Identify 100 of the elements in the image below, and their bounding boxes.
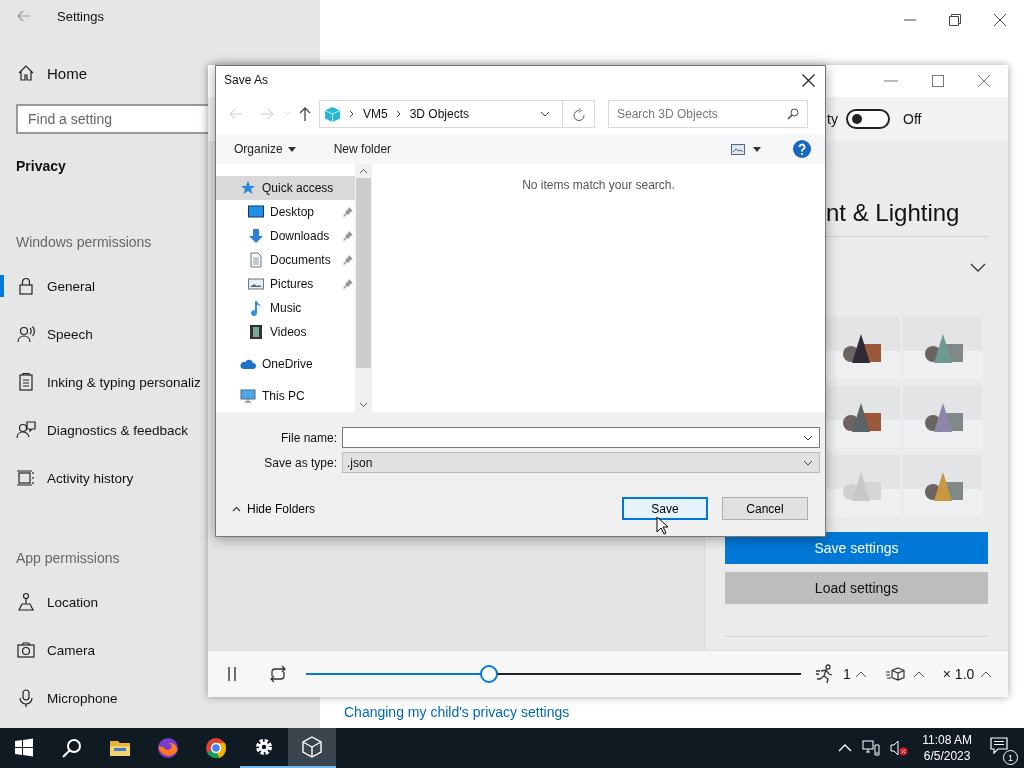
panel-button[interactable]: Load settings: [725, 572, 988, 604]
chevron-icon: [395, 110, 402, 118]
scroll-up-icon[interactable]: [359, 168, 368, 174]
dialog-button[interactable]: Save: [622, 497, 708, 520]
view-icon[interactable]: [731, 143, 745, 155]
restore-icon[interactable]: [949, 14, 961, 26]
clipboard-icon: [16, 372, 36, 392]
path-segment[interactable]: VM5: [363, 107, 388, 121]
search-icon: [787, 108, 799, 120]
empty-message: No items match your search.: [522, 178, 675, 194]
nav-item[interactable]: OneDrive: [216, 352, 355, 376]
scale-value: × 1.0: [942, 666, 975, 682]
nav-item[interactable]: Videos: [216, 320, 355, 344]
nav-item[interactable]: Speech: [0, 310, 207, 358]
file-name-field[interactable]: [342, 427, 820, 448]
nav-item[interactable]: Desktop: [216, 200, 355, 224]
nav-item[interactable]: Music: [216, 296, 355, 320]
taskbar-button[interactable]: [288, 728, 336, 768]
caret-icon[interactable]: [912, 670, 925, 678]
nav-item[interactable]: Quick access: [216, 176, 355, 200]
section-title: Privacy: [16, 158, 66, 176]
nav-item[interactable]: This PC: [216, 384, 355, 408]
document-icon: [248, 252, 264, 268]
panel-button[interactable]: Save settings: [725, 532, 988, 564]
network-icon[interactable]: [862, 740, 881, 756]
home-icon: [17, 64, 35, 82]
group-heading: App permissions: [16, 550, 120, 568]
path-segment[interactable]: 3D Objects: [409, 107, 470, 121]
animation-number: 1: [843, 666, 851, 682]
address-bar[interactable]: VM5 3D Objects: [319, 100, 595, 128]
new-folder-button[interactable]: New folder: [325, 138, 400, 160]
chevron-icon: [349, 110, 355, 118]
search-icon: [60, 736, 84, 760]
cursor-icon: [656, 516, 668, 535]
chevron-icon[interactable]: [970, 263, 986, 272]
clock-date[interactable]: 6/5/2023: [923, 748, 971, 764]
caret-icon: [287, 146, 296, 152]
running-figure-icon[interactable]: [815, 664, 835, 684]
notification-icon[interactable]: [990, 737, 1010, 755]
toggle-state: Off: [903, 111, 922, 127]
nav-item[interactable]: Activity history: [0, 454, 207, 502]
music-icon: [248, 300, 264, 316]
nav-item[interactable]: Location: [0, 578, 207, 626]
caret-icon[interactable]: [980, 670, 993, 678]
nav-item[interactable]: Downloads: [216, 224, 355, 248]
cube-icon[interactable]: [884, 666, 907, 682]
scroll-down-icon[interactable]: [359, 402, 368, 408]
dialog-title: Save As: [224, 73, 269, 87]
help-icon[interactable]: [793, 140, 811, 158]
privacy-link[interactable]: Changing my child's privacy settings: [344, 704, 570, 720]
location-icon: [16, 592, 36, 612]
pictures-icon: [248, 276, 264, 292]
nav-item[interactable]: Documents: [216, 248, 355, 272]
maximize-icon[interactable]: [932, 75, 944, 87]
dialog-button[interactable]: Cancel: [722, 497, 808, 520]
caret-icon[interactable]: [854, 670, 867, 678]
panel-heading: nt & Lighting: [826, 199, 961, 228]
nav-item[interactable]: General: [0, 262, 207, 310]
notification-count: 1: [1003, 750, 1018, 765]
desktop-icon: [248, 204, 264, 220]
window-title: Settings: [57, 8, 104, 24]
videos-icon: [248, 324, 264, 340]
field-label: Save as type:: [263, 455, 338, 470]
search-field[interactable]: Search 3D Objects: [608, 100, 808, 128]
hide-folders-button[interactable]: Hide Folders: [226, 500, 322, 517]
refresh-icon[interactable]: [572, 107, 585, 121]
toggle-switch[interactable]: [846, 109, 890, 129]
scrollbar[interactable]: [355, 164, 372, 412]
organize-menu[interactable]: Organize: [226, 138, 304, 160]
caret-icon: [232, 505, 241, 512]
speaker-icon[interactable]: [890, 740, 909, 756]
file-type-dropdown[interactable]: .json: [342, 452, 820, 473]
up-arrow-icon[interactable]: [299, 107, 311, 121]
toggle-label: ty: [827, 111, 839, 127]
close-icon[interactable]: [994, 14, 1006, 26]
group-heading: Windows permissions: [16, 234, 152, 252]
close-icon[interactable]: [802, 73, 815, 87]
clock-time[interactable]: 11:08 AM: [922, 732, 972, 748]
timeline-icon: [16, 468, 36, 488]
cube-icon: [324, 105, 341, 123]
nav-item[interactable]: Pictures: [216, 272, 355, 296]
loop-icon[interactable]: [268, 665, 288, 683]
camera-icon: [16, 640, 36, 660]
lock-icon: [16, 276, 36, 296]
download-icon: [248, 228, 264, 244]
timeline-slider[interactable]: [306, 665, 801, 683]
pause-icon[interactable]: [226, 666, 238, 682]
speech-icon: [16, 324, 36, 344]
nav-item[interactable]: Diagnostics & feedback: [0, 406, 207, 454]
microphone-icon: [16, 688, 36, 708]
dropdown-arrow-icon[interactable]: [753, 146, 761, 152]
star-icon: [240, 180, 256, 196]
feedback-icon: [16, 420, 36, 440]
nav-item[interactable]: Inking & typing personaliz: [0, 358, 207, 406]
round-browser-icon: [204, 736, 228, 760]
field-label: File name:: [279, 430, 338, 445]
nav-item[interactable]: Microphone: [0, 674, 207, 722]
cube-icon: [300, 735, 324, 759]
nav-item[interactable]: Camera: [0, 626, 207, 674]
fox-browser-icon: [156, 736, 180, 760]
